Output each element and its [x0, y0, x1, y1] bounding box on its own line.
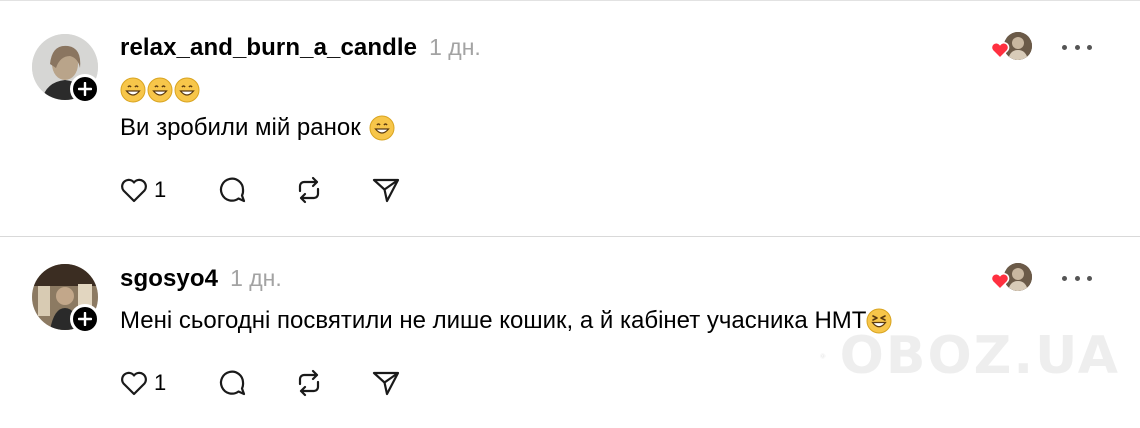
comment-bubble-icon	[219, 370, 246, 396]
share-button[interactable]	[370, 367, 402, 399]
username[interactable]: sgosyo4	[120, 265, 218, 293]
like-button[interactable]: 1	[118, 174, 166, 206]
more-dot	[1087, 275, 1092, 281]
author-liked-indicator	[990, 263, 1034, 297]
post-header: sgosyo4 1 дн.	[120, 265, 282, 293]
send-icon	[372, 178, 400, 203]
repost-icon	[298, 369, 320, 397]
post-body: Ви зробили мій ранок	[120, 114, 361, 141]
share-button[interactable]	[370, 174, 402, 206]
reply-button[interactable]	[216, 174, 248, 206]
repost-icon	[298, 176, 320, 204]
oboz-watermark: OBOZ.UA	[820, 316, 1120, 396]
post-emoji-line: 😁😁😁	[120, 75, 201, 105]
heart-filled-icon	[990, 273, 1010, 291]
heart-outline-icon	[121, 178, 147, 203]
user-avatar[interactable]	[32, 264, 100, 334]
reply-button[interactable]	[216, 367, 248, 399]
more-options-button[interactable]	[1062, 40, 1092, 54]
more-dot	[1062, 275, 1067, 281]
heart-filled-icon	[990, 42, 1010, 60]
action-bar: 1	[118, 367, 418, 401]
reply-post-1: relax_and_burn_a_candle 1 дн. 😁😁😁 Ви зро…	[0, 0, 1140, 236]
repost-button[interactable]	[293, 174, 325, 206]
more-dot	[1087, 44, 1092, 50]
post-text: Ви зробили мій ранок	[120, 112, 396, 144]
follow-plus-icon[interactable]	[70, 304, 100, 334]
grin-emoji-icon	[120, 77, 146, 103]
more-options-button[interactable]	[1062, 271, 1092, 285]
action-bar: 1	[118, 174, 418, 208]
timestamp[interactable]: 1 дн.	[230, 265, 282, 292]
more-dot	[1062, 44, 1067, 50]
grin-emoji-icon	[369, 115, 395, 141]
post-body: Мені сьогодні посвятили не лише кошик, а…	[120, 307, 867, 334]
timestamp[interactable]: 1 дн.	[429, 34, 481, 61]
follow-plus-icon[interactable]	[70, 74, 100, 104]
like-button[interactable]: 1	[118, 367, 166, 399]
post-text: Мені сьогодні посвятили не лише кошик, а…	[120, 305, 893, 337]
watermark-text: OBOZ.UA	[839, 326, 1120, 386]
grin-emoji-icon	[174, 77, 200, 103]
user-avatar[interactable]	[32, 34, 100, 104]
heart-outline-icon	[121, 371, 147, 396]
send-icon	[372, 371, 400, 396]
username[interactable]: relax_and_burn_a_candle	[120, 34, 417, 62]
post-header: relax_and_burn_a_candle 1 дн.	[120, 34, 481, 62]
comment-bubble-icon	[219, 177, 246, 203]
globe-logo-icon	[820, 353, 826, 359]
grin-emoji-icon	[147, 77, 173, 103]
author-liked-indicator	[990, 32, 1034, 66]
more-dot	[1074, 275, 1080, 281]
repost-button[interactable]	[293, 367, 325, 399]
like-count: 1	[154, 370, 167, 395]
like-count: 1	[154, 177, 167, 202]
more-dot	[1074, 44, 1080, 50]
